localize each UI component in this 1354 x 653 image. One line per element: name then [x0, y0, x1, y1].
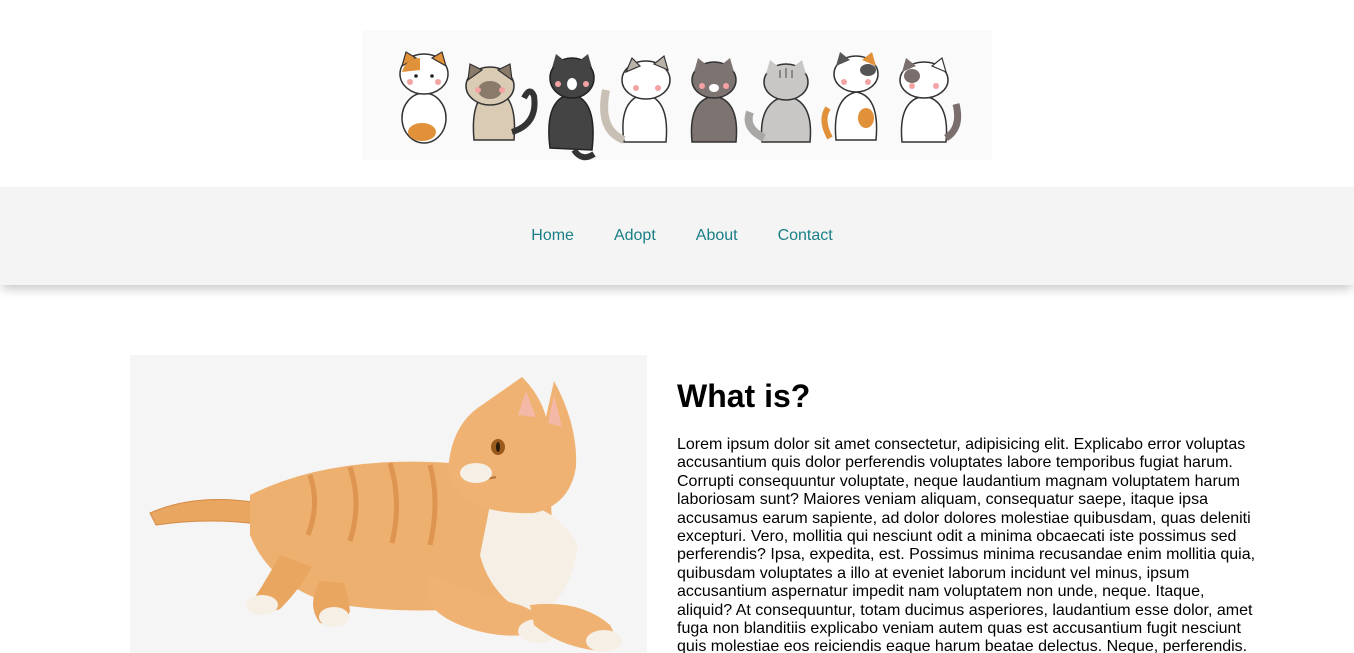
cartoon-cats-banner-image — [362, 30, 992, 161]
article-body: Lorem ipsum dolor sit amet consectetur, … — [677, 436, 1256, 653]
nav-link-adopt[interactable]: Adopt — [614, 227, 656, 244]
nav-list: Home Adopt About Contact — [511, 226, 852, 246]
nav-link-home[interactable]: Home — [531, 227, 574, 244]
nav-item-about: About — [696, 226, 738, 246]
nav-item-adopt: Adopt — [614, 226, 656, 246]
nav-link-contact[interactable]: Contact — [778, 227, 833, 244]
nav-link-about[interactable]: About — [696, 227, 738, 244]
nav-item-home: Home — [531, 226, 574, 246]
header-banner — [0, 0, 1354, 187]
article-heading: What is? — [677, 378, 811, 414]
hero-cat-image — [130, 355, 647, 653]
nav-item-contact: Contact — [778, 226, 833, 246]
main-navbar: Home Adopt About Contact — [0, 187, 1354, 285]
orange-tabby-cat-icon — [149, 377, 622, 652]
article-section: What is? Lorem ipsum dolor sit amet cons… — [677, 378, 1257, 653]
black-cat-icon — [548, 54, 596, 161]
